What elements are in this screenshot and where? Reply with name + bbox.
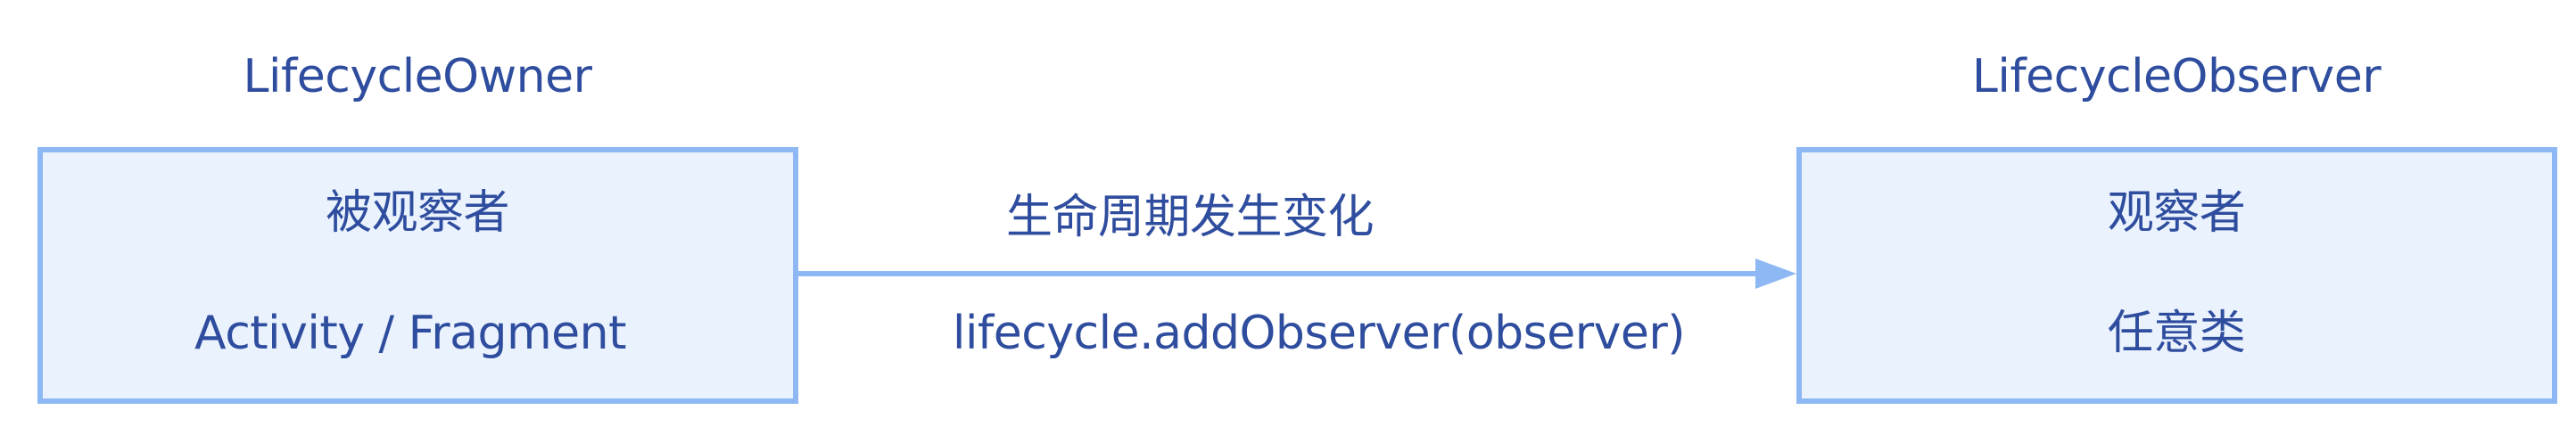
method-label: lifecycle.addObserver(observer) <box>953 307 1686 360</box>
event-label: 生命周期发生变化 <box>1006 191 1375 244</box>
arrow-head <box>1755 259 1796 289</box>
